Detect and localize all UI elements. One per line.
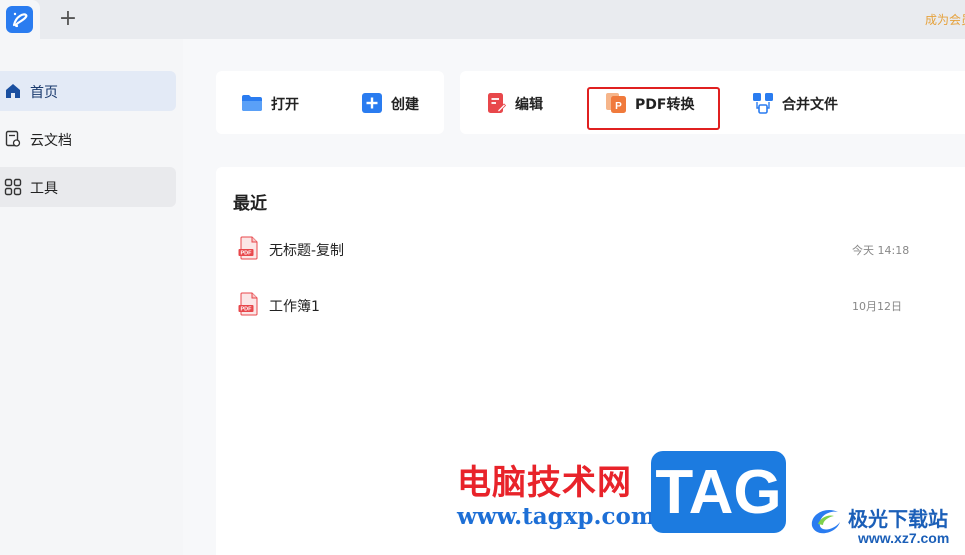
file-name: 无标题-复制 [269, 243, 345, 259]
folder-open-icon [241, 92, 263, 114]
sidebar-item-home[interactable]: 首页 [0, 71, 176, 111]
watermark-url: www.tagxp.com [457, 503, 656, 530]
sidebar-item-label: 云文档 [30, 133, 72, 149]
open-label: 打开 [271, 97, 299, 113]
become-member-link[interactable]: 成为会员 [925, 11, 965, 28]
home-icon [4, 82, 22, 100]
edit-doc-icon [485, 92, 507, 114]
merge-files-icon [752, 92, 774, 114]
tab-bar: + 成为会员 [0, 0, 965, 39]
svg-text:PDF: PDF [241, 251, 253, 257]
file-date: 今天 14:18 [852, 244, 910, 257]
watermark-tag-text: TAG [655, 458, 782, 527]
edit-label: 编辑 [515, 97, 543, 113]
sidebar-item-label: 工具 [30, 181, 58, 197]
cloud-doc-icon [4, 130, 22, 148]
quick-actions-primary: 打开 创建 [216, 71, 444, 134]
pdf-file-icon: PDF [238, 236, 260, 260]
app-logo-icon [6, 6, 33, 33]
highlight-annotation-box [587, 87, 720, 130]
quick-actions-secondary: 编辑 P PDF转换 合并文件 [460, 71, 965, 134]
sidebar-item-tools[interactable]: 工具 [0, 167, 176, 207]
plus-square-icon [361, 92, 383, 114]
app-home-tab[interactable] [0, 0, 40, 39]
recent-title: 最近 [233, 194, 267, 214]
create-label: 创建 [391, 97, 419, 113]
new-tab-button[interactable]: + [57, 8, 79, 31]
merge-files-label: 合并文件 [782, 97, 838, 113]
sidebar-item-cloud-docs[interactable]: 云文档 [0, 119, 176, 159]
svg-text:PDF: PDF [241, 307, 253, 313]
sidebar-item-label: 首页 [30, 85, 58, 101]
tools-grid-icon [4, 178, 22, 196]
list-item[interactable]: PDF 工作簿1 10月12日 [216, 283, 916, 323]
watermark-tag-logo: TAG [651, 451, 786, 533]
pdf-file-icon: PDF [238, 292, 260, 316]
list-item[interactable]: PDF 无标题-复制 今天 14:18 [216, 227, 916, 267]
watermark-site-name: 极光下载站 [848, 507, 948, 531]
sidebar: 首页 云文档 工具 [0, 39, 183, 555]
file-name: 工作簿1 [269, 299, 320, 315]
watermark-site-title: 电脑技术网 [457, 463, 632, 503]
file-date: 10月12日 [852, 300, 902, 313]
site-swirl-logo-icon [806, 500, 846, 540]
watermark-site-url: www.xz7.com [858, 530, 950, 546]
